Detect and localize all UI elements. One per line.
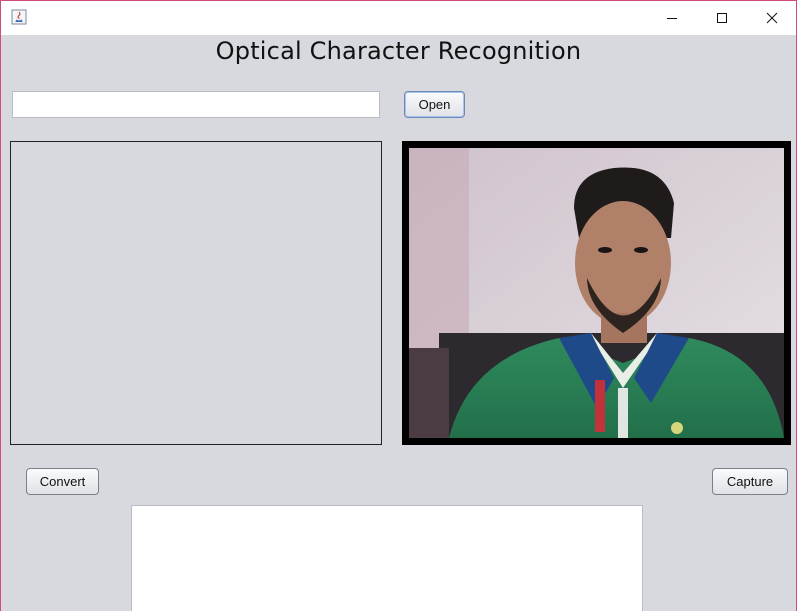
convert-button[interactable]: Convert xyxy=(26,468,99,495)
close-icon xyxy=(766,12,778,24)
open-button[interactable]: Open xyxy=(404,91,465,118)
page-title: Optical Character Recognition xyxy=(215,37,582,65)
close-button[interactable] xyxy=(749,1,795,35)
webcam-frame xyxy=(409,148,784,438)
webcam-feed xyxy=(402,141,791,445)
ocr-output-textarea[interactable] xyxy=(131,505,643,611)
java-app-icon xyxy=(11,9,27,25)
capture-button[interactable]: Capture xyxy=(712,468,788,495)
minimize-icon xyxy=(667,18,677,19)
title-bar xyxy=(1,1,796,35)
file-path-input[interactable] xyxy=(12,91,380,118)
app-window: Optical Character Recognition Open Conve… xyxy=(0,0,797,611)
maximize-button[interactable] xyxy=(699,1,745,35)
maximize-icon xyxy=(717,13,727,23)
image-preview-panel xyxy=(10,141,382,445)
minimize-button[interactable] xyxy=(649,1,695,35)
